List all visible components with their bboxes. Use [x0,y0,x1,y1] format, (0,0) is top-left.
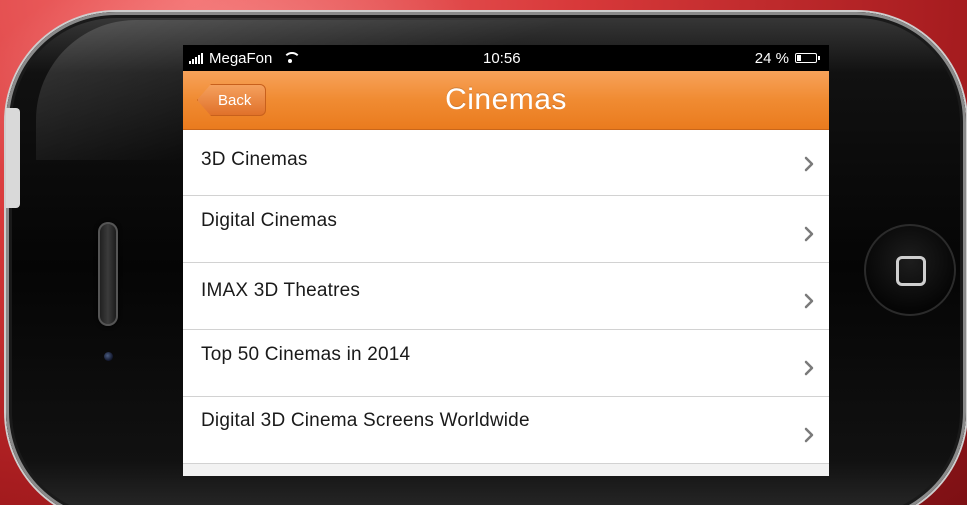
list-item-label: Digital Cinemas [201,210,338,231]
list-item[interactable]: IMAX 3D Theatres [183,263,829,330]
status-bar: MegaFon 10:56 24 % [183,45,829,71]
signal-bars-icon [189,52,203,64]
battery-icon [795,53,820,63]
list-item-label: Top 50 Cinemas in 2014 [201,344,411,365]
navigation-bar: Back Cinemas [183,71,829,130]
page-title: Cinemas [445,83,567,116]
chevron-right-icon [803,360,815,376]
wifi-icon [282,52,302,64]
list-item-label: IMAX 3D Theatres [201,280,361,301]
list-item-label: Digital 3D Cinema Screens Worldwide [201,410,530,431]
volume-switch [6,108,20,208]
chevron-right-icon [803,293,815,309]
home-button[interactable] [864,224,956,316]
chevron-right-icon [803,156,815,172]
chevron-right-icon [803,427,815,443]
chevron-right-icon [803,226,815,242]
phone-screen: MegaFon 10:56 24 % Back Cinemas 3D Cinem… [183,45,829,476]
list-item-label: 3D Cinemas [201,149,308,170]
front-camera [104,352,113,361]
battery-fill [797,55,801,61]
list-footer-space [183,464,829,476]
status-time: 10:56 [483,49,521,67]
carrier-name: MegaFon [209,49,273,67]
status-right: 24 % [754,49,820,67]
list-item[interactable]: Digital 3D Cinema Screens Worldwide [183,397,829,464]
list-item[interactable]: 3D Cinemas [183,130,829,196]
background: MegaFon 10:56 24 % Back Cinemas 3D Cinem… [0,0,967,505]
speaker-grille [98,222,118,326]
list-item[interactable]: Digital Cinemas [183,196,829,263]
list-item[interactable]: Top 50 Cinemas in 2014 [183,330,829,397]
home-square-icon [896,256,926,286]
battery-percent: 24 % [754,49,789,67]
cinema-list: 3D Cinemas Digital Cinemas IMAX 3D Theat… [183,130,829,464]
status-left: MegaFon [189,49,302,67]
back-button[interactable]: Back [197,84,267,116]
